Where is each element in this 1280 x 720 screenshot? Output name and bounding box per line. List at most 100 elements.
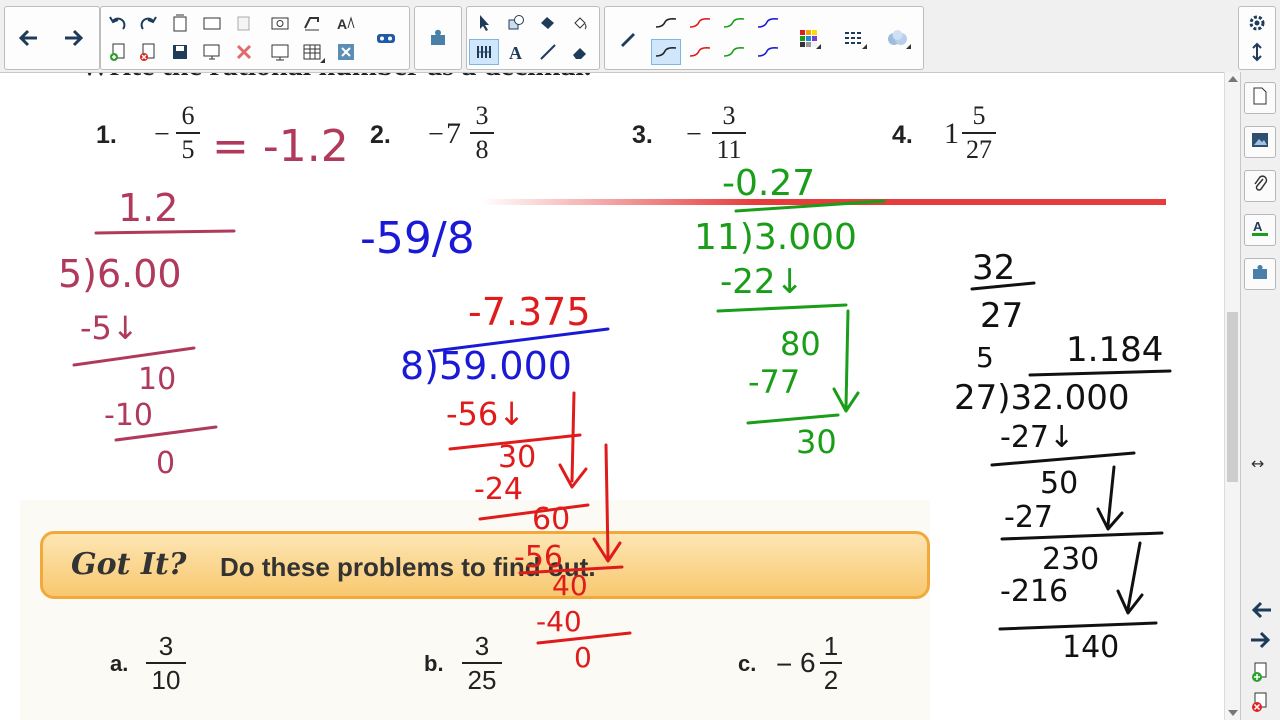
delete-icon[interactable]	[229, 39, 259, 65]
ink-p1-quotient: 1.2	[118, 186, 178, 230]
pen-red-icon[interactable]	[685, 10, 715, 36]
ink-p4-step4: 230	[1042, 542, 1099, 577]
ink-p2-step1: -56↓	[446, 395, 525, 433]
screen-capture-icon[interactable]	[265, 10, 295, 36]
ink-p2-step7: -40	[536, 605, 582, 638]
line-icon[interactable]	[533, 39, 563, 65]
main-toolbar: A A	[0, 0, 1280, 73]
ink-p4-step3: -27	[1004, 500, 1053, 535]
ink-p3-step3: -77	[748, 363, 800, 401]
ink-p4-quotient: 1.184	[1066, 330, 1163, 370]
ink-p2-quotient: -7.375	[468, 290, 591, 334]
ink-p4-step1: -27↓	[1000, 420, 1074, 455]
delete-page-icon[interactable]	[1251, 692, 1271, 719]
page-sorter-icon[interactable]	[165, 10, 195, 36]
properties-icon[interactable]	[839, 25, 869, 51]
fill-icon[interactable]	[533, 10, 563, 36]
gallery-icon[interactable]	[371, 25, 401, 51]
properties-tab[interactable]: A	[1244, 214, 1276, 246]
pen-icon[interactable]	[613, 25, 643, 51]
toolbar-toggle-icon[interactable]	[1242, 39, 1272, 65]
whiteboard-page[interactable]: Write the rational number as a decimal. …	[0, 73, 1224, 720]
paint-bucket-icon[interactable]	[565, 10, 595, 36]
pen-blue-icon[interactable]	[753, 10, 783, 36]
prev-page-icon[interactable]	[1249, 600, 1273, 625]
ink-problem-2: -59/8 -7.375 8)59.000 -56↓ 30 -24 60 -56…	[360, 213, 632, 674]
ink-p2-division: 8)59.000	[400, 344, 572, 388]
eraser-icon[interactable]	[565, 39, 595, 65]
add-page-icon[interactable]	[1251, 662, 1271, 689]
ink-p3-quotient: -0.27	[722, 163, 815, 204]
ink-p4-step5: -216	[1000, 574, 1068, 609]
back-arrow-icon[interactable]	[13, 25, 43, 51]
delete-page-icon[interactable]	[133, 39, 163, 65]
ink-p2-step2: 30	[498, 440, 536, 475]
scroll-down-arrow[interactable]	[1228, 710, 1238, 716]
text-icon[interactable]: A	[501, 39, 531, 65]
pen-thick-green-icon[interactable]	[719, 39, 749, 65]
pen-thick-red-icon[interactable]	[685, 39, 715, 65]
ink-p2-step4: 60	[532, 502, 570, 537]
resize-icon[interactable]: ↔	[1251, 454, 1264, 473]
pen-tool-icon[interactable]	[469, 39, 499, 65]
undo-icon[interactable]	[103, 10, 133, 36]
ink-p4-fraction-bottom: 27	[980, 296, 1023, 336]
ink-p3-division: 11)3.000	[694, 217, 857, 258]
pen-thick-black-icon[interactable]	[651, 39, 681, 65]
spell-icon[interactable]: A	[331, 10, 361, 36]
pen-thick-blue-icon[interactable]	[753, 39, 783, 65]
attachments-icon	[1251, 174, 1269, 199]
ink-p4-fraction-top: 32	[972, 248, 1015, 288]
forward-arrow-icon[interactable]	[59, 25, 89, 51]
table-icon[interactable]	[297, 39, 327, 65]
fullscreen-icon[interactable]	[265, 39, 295, 65]
vertical-scrollbar[interactable]	[1224, 72, 1241, 720]
ink-layer: = -1.2 1.2 5)6.00 -5↓ 10 -10 0 -59/8 -7.…	[58, 121, 1172, 674]
addons-group	[414, 6, 462, 70]
select-icon[interactable]	[469, 10, 499, 36]
add-page-icon[interactable]	[103, 39, 133, 65]
scroll-up-arrow[interactable]	[1228, 76, 1238, 82]
ink-p4-division: 27)32.000	[954, 378, 1130, 418]
screen-shade-icon[interactable]	[197, 10, 227, 36]
redo-icon[interactable]	[133, 10, 163, 36]
scroll-thumb[interactable]	[1227, 312, 1238, 482]
close-window-icon[interactable]	[331, 39, 361, 65]
ink-problem-3: -0.27 11)3.000 -22↓ 80 -77 30	[694, 163, 886, 461]
ink-p3-step4: 30	[796, 423, 837, 461]
page-sorter-tab[interactable]	[1244, 82, 1276, 114]
ink-p4-step2: 50	[1040, 466, 1078, 501]
settings-icon[interactable]	[1242, 10, 1272, 36]
settings-group	[1238, 6, 1276, 70]
ink-p1-answer: = -1.2	[212, 121, 349, 172]
properties-icon: A	[1250, 218, 1270, 243]
nav-group	[4, 6, 100, 70]
ink-p4-carry: 5	[976, 341, 994, 374]
ink-p2-step8: 0	[574, 641, 592, 674]
add-ons-tab[interactable]	[1244, 258, 1276, 290]
right-sidebar: A ↔	[1240, 72, 1280, 720]
save-icon[interactable]	[165, 39, 195, 65]
svg-text:A: A	[509, 43, 522, 62]
page-sorter-icon	[1251, 86, 1269, 111]
svg-text:A: A	[337, 16, 347, 32]
paste-icon[interactable]	[229, 10, 259, 36]
ink-p1-division: 5)6.00	[58, 252, 182, 296]
attachments-tab[interactable]	[1244, 170, 1276, 202]
shapes-icon[interactable]	[501, 10, 531, 36]
ink-p1-step4: 0	[156, 446, 175, 481]
next-page-icon[interactable]	[1249, 630, 1273, 655]
svg-text:A: A	[1253, 219, 1263, 234]
color-icon[interactable]	[793, 25, 823, 51]
pen-black-icon[interactable]	[651, 10, 681, 36]
pen-green-icon[interactable]	[719, 10, 749, 36]
puzzle-icon[interactable]	[423, 25, 453, 51]
ink-p1-step3: -10	[104, 398, 153, 433]
cloud-icon[interactable]	[883, 25, 913, 51]
display-icon[interactable]	[197, 39, 227, 65]
ink-p4-step6: 140	[1062, 630, 1119, 665]
gallery-tab[interactable]	[1244, 126, 1276, 158]
ink-p2-step3: -24	[474, 472, 523, 507]
ink-problem-1: = -1.2 1.2 5)6.00 -5↓ 10 -10 0	[58, 121, 349, 481]
ink-aware-icon[interactable]	[297, 10, 327, 36]
